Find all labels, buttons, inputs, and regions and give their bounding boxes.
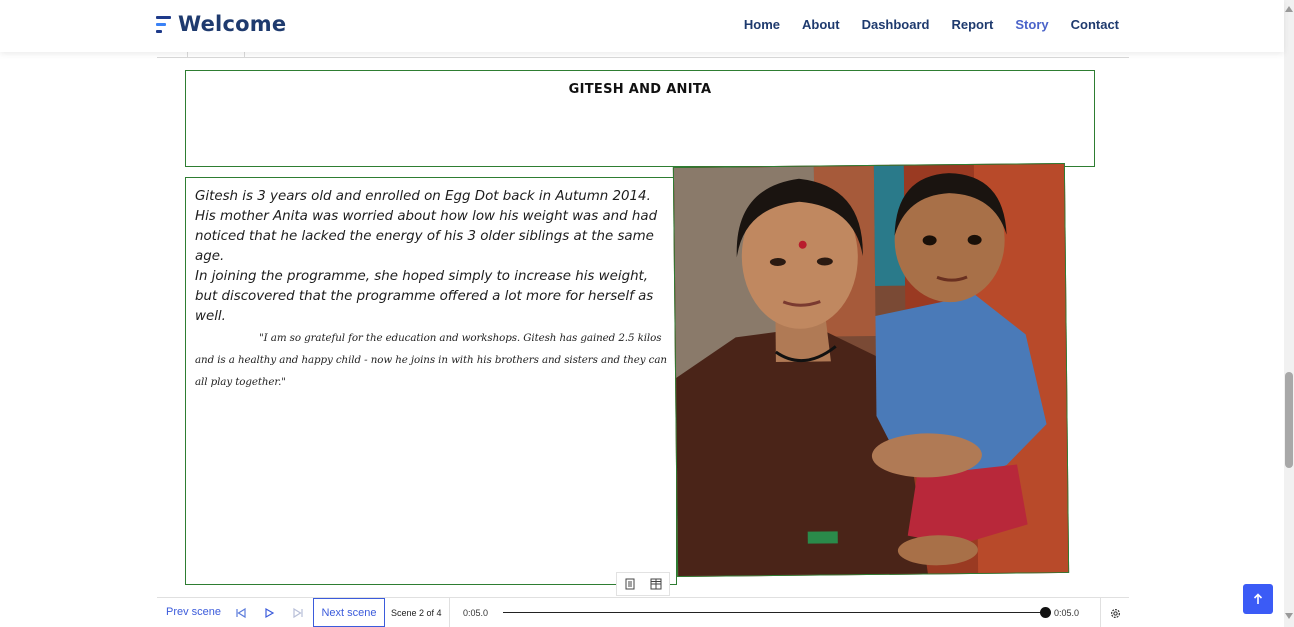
- nav-home[interactable]: Home: [744, 17, 780, 32]
- story-tab-strip: [157, 52, 1129, 58]
- back-to-top-button[interactable]: [1243, 584, 1273, 614]
- timeline-knob[interactable]: [1040, 607, 1051, 618]
- nav-report[interactable]: Report: [951, 17, 993, 32]
- divider: [1100, 598, 1101, 627]
- site-header: Welcome Home About Dashboard Report Stor…: [0, 0, 1284, 52]
- page-scrollbar[interactable]: [1284, 0, 1294, 627]
- gear-icon[interactable]: [1109, 607, 1122, 620]
- story-tab[interactable]: [187, 52, 245, 58]
- nav-story[interactable]: Story: [1015, 17, 1048, 32]
- mother-child-photo: [673, 163, 1070, 578]
- grid-icon[interactable]: [650, 578, 662, 590]
- time-elapsed: 0:05.0: [463, 608, 489, 618]
- story-player-bar: Prev scene Next scene Scene 2 of 4 0:05.…: [157, 597, 1129, 627]
- arrow-up-icon: [1253, 593, 1263, 604]
- scroll-down-arrow-icon[interactable]: [1285, 613, 1293, 619]
- main-nav: Home About Dashboard Report Story Contac…: [744, 17, 1119, 32]
- skip-forward-icon[interactable]: [291, 606, 305, 620]
- menu-lines-icon: [156, 13, 172, 35]
- story-photo: [672, 162, 1070, 578]
- story-title-box: GITESH AND ANITA: [185, 70, 1095, 167]
- nav-contact[interactable]: Contact: [1071, 17, 1119, 32]
- story-text-box: Gitesh is 3 years old and enrolled on Eg…: [185, 177, 677, 585]
- scroll-up-arrow-icon[interactable]: [1285, 6, 1293, 12]
- scroll-thumb[interactable]: [1285, 372, 1293, 468]
- divider: [449, 598, 450, 627]
- page: Welcome Home About Dashboard Report Stor…: [0, 0, 1294, 627]
- nav-about[interactable]: About: [802, 17, 840, 32]
- brand[interactable]: Welcome: [156, 12, 286, 36]
- next-scene-button[interactable]: Next scene: [313, 598, 385, 627]
- story-paragraph-1: Gitesh is 3 years old and enrolled on Eg…: [195, 189, 658, 264]
- brand-title: Welcome: [178, 12, 287, 36]
- nav-dashboard[interactable]: Dashboard: [862, 17, 930, 32]
- story-quote: "I am so grateful for the education and …: [195, 332, 667, 388]
- document-icon[interactable]: [624, 578, 636, 590]
- story-paragraph-2: In joining the programme, she hoped simp…: [195, 269, 654, 324]
- skip-back-icon[interactable]: [234, 606, 248, 620]
- scene-counter: Scene 2 of 4: [391, 608, 442, 618]
- time-total: 0:05.0: [1054, 608, 1080, 618]
- box-tools: [616, 572, 670, 596]
- prev-scene-button[interactable]: Prev scene: [166, 606, 221, 618]
- story-title: GITESH AND ANITA: [568, 82, 712, 97]
- timeline-track[interactable]: [503, 612, 1045, 613]
- play-icon[interactable]: [262, 606, 276, 620]
